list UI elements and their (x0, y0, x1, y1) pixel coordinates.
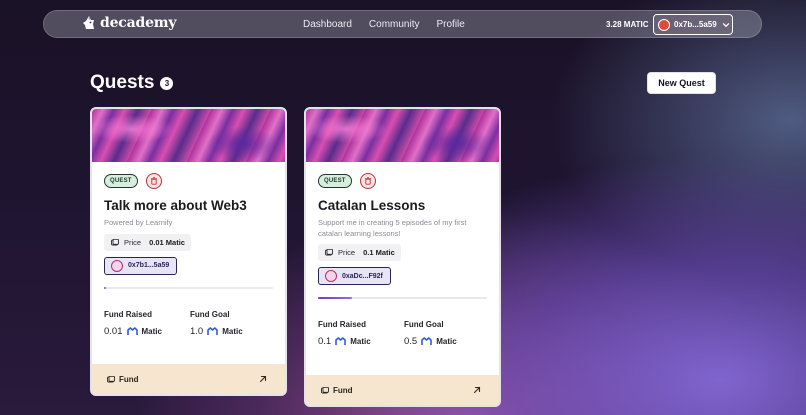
quest-description: Support me in creating 5 episodes of my … (318, 218, 467, 238)
quest-card[interactable]: QUEST Catalan Lessons Support me in crea… (304, 107, 501, 407)
quest-tag: QUEST (104, 174, 138, 188)
nav-link-profile[interactable]: Profile (437, 19, 465, 30)
creator-address: 0xaDc...F92f (342, 272, 383, 280)
trash-icon (150, 177, 157, 185)
price-label: Price (124, 237, 142, 247)
price-tag-icon (111, 238, 119, 245)
currency-label: Matic (222, 326, 243, 336)
quest-cover-image (306, 109, 499, 162)
price-value: 0.01 Matic (149, 237, 185, 247)
page-title: Quests (90, 72, 155, 93)
funding-progress-bar (104, 286, 273, 289)
matic-icon (421, 337, 433, 345)
fund-goal-value: 0.5 (404, 336, 418, 347)
creator-address-chip[interactable]: 0x7b1...5a59 (104, 256, 178, 275)
fund-button[interactable]: Fund (306, 375, 499, 405)
currency-label: Matic (350, 337, 371, 346)
wallet-balance: 3.28 MATIC (606, 20, 649, 29)
logo[interactable]: decademy (82, 15, 177, 31)
quest-title: Talk more about Web3 (104, 198, 247, 213)
arrow-up-right-icon (473, 386, 481, 394)
funds-section: Fund Raised 0.1 Matic Fund Goal 0.5 Mati… (306, 320, 499, 347)
coins-icon (321, 386, 329, 393)
price-tag-icon (325, 249, 333, 256)
unicorn-logo-icon (83, 16, 94, 29)
top-navbar: decademy Dashboard Community Profile 3.2… (43, 10, 762, 38)
trash-icon (364, 177, 371, 185)
currency-label: Matic (141, 326, 162, 336)
arrow-up-right-icon (259, 375, 267, 383)
new-quest-button[interactable]: New Quest (647, 72, 716, 94)
quest-count-badge: 3 (160, 76, 174, 90)
funding-progress-bar (318, 297, 487, 299)
coins-icon (107, 375, 115, 382)
funds-section: Fund Raised 0.01 Matic Fund Goal 1.0 Mat… (92, 310, 285, 337)
price-value: 0.1 Matic (363, 248, 395, 257)
fund-raised-label: Fund Raised (318, 320, 367, 329)
chevron-down-icon (722, 22, 729, 27)
price-label: Price (338, 248, 356, 257)
fund-raised-value: 0.01 (104, 325, 123, 337)
fund-goal-value: 1.0 (190, 325, 204, 337)
quest-card[interactable]: QUEST Talk more about Web3 Powered by Le… (90, 107, 287, 396)
wallet-button[interactable]: 0x7b...5a59 (653, 14, 733, 35)
quest-tag: QUEST (318, 174, 352, 188)
quest-title: Catalan Lessons (318, 198, 426, 213)
fund-button[interactable]: Fund (92, 364, 285, 394)
fund-label: Fund (119, 374, 139, 384)
matic-icon (335, 337, 347, 345)
fund-goal-label: Fund Goal (190, 309, 230, 319)
quest-description: Powered by Learnify (104, 218, 173, 227)
fund-raised-label: Fund Raised (104, 309, 153, 319)
quest-cover-image (92, 109, 285, 162)
matic-icon (126, 326, 138, 335)
funding-progress-fill (104, 286, 106, 289)
price-tag: Price 0.01 Matic (104, 233, 191, 251)
matic-icon (207, 326, 219, 335)
creator-address: 0x7b1...5a59 (128, 262, 170, 269)
creator-address-chip[interactable]: 0xaDc...F92f (318, 267, 391, 285)
page-header: Quests 3 (90, 72, 174, 94)
delete-button[interactable] (145, 173, 162, 189)
fund-raised-value: 0.1 (318, 336, 332, 347)
nav-links: Dashboard Community Profile (303, 19, 465, 30)
creator-avatar (325, 270, 337, 282)
funding-progress-fill (318, 297, 352, 299)
currency-label: Matic (436, 337, 457, 346)
wallet-avatar (658, 18, 670, 31)
nav-link-dashboard[interactable]: Dashboard (303, 19, 352, 30)
fund-label: Fund (333, 385, 353, 395)
creator-avatar (111, 259, 123, 272)
delete-button[interactable] (359, 173, 376, 189)
nav-link-community[interactable]: Community (369, 19, 420, 30)
fund-goal-label: Fund Goal (404, 320, 444, 329)
wallet-address: 0x7b...5a59 (674, 20, 717, 29)
price-tag: Price 0.1 Matic (318, 244, 401, 261)
logo-text: decademy (100, 15, 177, 31)
